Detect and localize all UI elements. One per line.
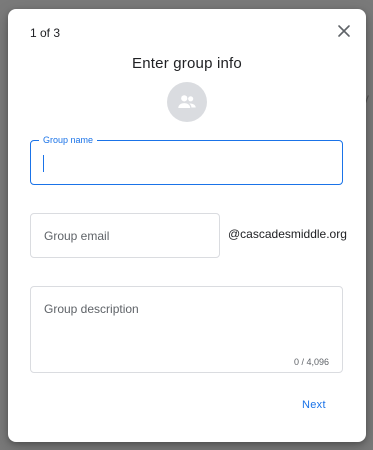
close-button[interactable] (334, 21, 354, 41)
group-name-field[interactable]: Group name (30, 134, 343, 185)
group-email-placeholder: Group email (44, 229, 110, 243)
dialog-title: Enter group info (132, 55, 242, 72)
email-domain-suffix: @cascadesmiddle.org (228, 227, 347, 241)
group-description-placeholder: Group description (44, 302, 139, 316)
close-icon (338, 25, 350, 37)
text-cursor (43, 155, 44, 172)
group-icon (178, 95, 196, 108)
group-email-field[interactable]: Group email (30, 213, 220, 258)
group-description-field[interactable]: Group description 0 / 4,096 (30, 286, 343, 373)
character-counter: 0 / 4,096 (293, 357, 329, 367)
create-group-dialog: 1 of 3 Enter group info Group name Group… (8, 9, 366, 442)
group-avatar (167, 82, 207, 122)
next-button[interactable]: Next (302, 399, 326, 411)
group-name-label: Group name (39, 134, 98, 146)
step-indicator: 1 of 3 (30, 26, 61, 40)
